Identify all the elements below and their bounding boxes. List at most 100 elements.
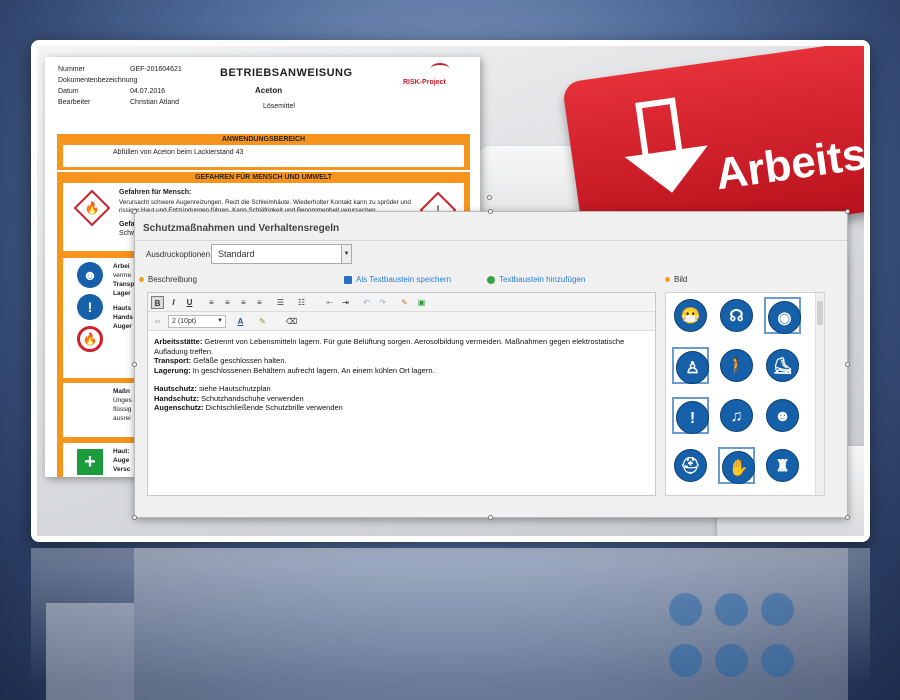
resize-handle[interactable]	[488, 209, 493, 214]
measures-text: Arbei verme Transp Lager Hauts Hands Aug…	[113, 262, 134, 331]
pictogram-gallery[interactable]: 😷 ☊ ◉ ♙ 🚶 ⛸! ♫ ☻ ⛑ ✋ ♜	[665, 292, 825, 496]
resize-handle[interactable]	[132, 362, 137, 367]
align-left-button[interactable]: ≡	[205, 296, 218, 309]
company-logo: RISK-Project	[403, 79, 446, 86]
dialog-title: Schutzmaßnahmen und Verhaltensregeln	[143, 223, 340, 234]
emergency-line: ausrei	[113, 415, 131, 422]
add-icon	[487, 275, 495, 284]
resize-handle[interactable]	[845, 515, 850, 520]
insert-image-button[interactable]: ▣	[415, 296, 428, 309]
pictogram-option[interactable]: ☻	[764, 397, 801, 434]
reflection-pictogram	[715, 644, 748, 677]
emergency-text: Maßn Unges flüssig ausrei	[113, 387, 132, 423]
description-label-text: Beschreibung	[148, 275, 197, 284]
reflection-pictogram	[761, 593, 794, 626]
coverall-icon: ♜	[766, 449, 799, 482]
align-right-button[interactable]: ≡	[237, 296, 250, 309]
hazard-title: Gefahren für Mensch:	[119, 189, 192, 196]
reflection-dialog	[134, 548, 848, 700]
scrollbar[interactable]	[815, 293, 824, 495]
section-heading: ANWENDUNGSBEREICH	[221, 136, 306, 143]
underline-button[interactable]: U	[183, 296, 196, 309]
section-heading: GEFAHREN FÜR MENSCH UND UMWELT	[195, 174, 332, 181]
scrollbar-thumb[interactable]	[817, 301, 823, 325]
editor-content[interactable]: Arbeitsstätte: Getrennt von Lebensmittel…	[154, 337, 649, 413]
pictogram-option[interactable]: 😷	[672, 297, 709, 334]
clear-format-button[interactable]: ⌫	[285, 315, 298, 328]
reflection-pictogram	[715, 593, 748, 626]
pictogram-option[interactable]: 🚶	[718, 347, 755, 384]
print-options-label: Ausdruckoptionen	[146, 250, 211, 259]
add-snippet-link[interactable]: Textbaustein hinzufügen	[487, 275, 585, 284]
key-label: Arbeitsschu	[712, 115, 864, 200]
font-size-select[interactable]: 2 (10pt) ▼	[168, 315, 226, 328]
content-paragraph: Handschutz: Schutzhandschuhe verwenden	[154, 394, 649, 404]
bold-button[interactable]: B	[151, 296, 164, 309]
protection-measures-dialog: Schutzmaßnahmen und Verhaltensregeln Aus…	[132, 209, 850, 520]
first-aid-line: Haut:	[113, 448, 130, 455]
justify-button[interactable]: ≡	[253, 296, 266, 309]
save-icon	[344, 275, 352, 284]
document-title: BETRIEBSANWEISUNG	[220, 67, 353, 79]
eye-protection-icon: ☻	[77, 262, 103, 288]
pictogram-option[interactable]: ⛸	[764, 347, 801, 384]
pictogram-option[interactable]: ♙	[672, 347, 709, 384]
undo-button[interactable]: ↶	[360, 296, 373, 309]
content-text: In geschlossenen Behältern aufrecht lage…	[190, 365, 435, 375]
font-color-button[interactable]: A	[234, 315, 247, 328]
resize-handle[interactable]	[845, 209, 850, 214]
align-center-button[interactable]: ≡	[221, 296, 234, 309]
resize-handle[interactable]	[132, 515, 137, 520]
outdent-button[interactable]: ⇤	[323, 296, 336, 309]
content-bold: Handschutz:	[154, 393, 199, 403]
rotate-handle[interactable]	[487, 195, 492, 200]
first-aid-text: Haut: Auge Versc	[113, 447, 130, 474]
editor-toolbar-2: ∞ 2 (10pt) ▼ A ✎ ⌫	[148, 312, 655, 331]
respirator-icon: ☊	[720, 299, 753, 332]
content-paragraph: Transport: Gefäße geschlossen halten.	[154, 356, 649, 366]
highlight-button[interactable]: ✎	[256, 315, 269, 328]
content-paragraph: Hautschutz: siehe Hautschutzplan	[154, 384, 649, 394]
pictogram-option[interactable]: ✋	[718, 447, 755, 484]
save-snippet-link[interactable]: Als Textbaustein speichern	[344, 275, 451, 284]
substance-category: Lösemittel	[263, 103, 295, 110]
pictogram-option[interactable]: ⛑	[672, 447, 709, 484]
pictogram-option[interactable]: !	[672, 397, 709, 434]
first-aid-line: Versc	[113, 466, 131, 473]
face-protection-icon: ☻	[766, 399, 799, 432]
measures-line: Transp	[113, 281, 135, 288]
emergency-line: Maßn	[113, 388, 130, 395]
font-size-value: 2 (10pt)	[172, 318, 197, 325]
pictogram-option[interactable]: ☊	[718, 297, 755, 334]
resize-handle[interactable]	[132, 209, 137, 214]
italic-button[interactable]: I	[167, 296, 180, 309]
image-label: Bild	[665, 275, 687, 284]
rich-text-editor[interactable]: B I U ≡ ≡ ≡ ≡ ☰ ☷ ⇤ ⇥ ↶ ↷ ✎ ▣ ∞ 2 (10pt)…	[147, 292, 656, 496]
content-bold: Lagerung:	[154, 365, 191, 375]
meta-label: Bearbeiter	[58, 99, 91, 106]
content-text: siehe Hautschutzplan	[196, 384, 271, 393]
bullet-list-button[interactable]: ☰	[274, 296, 287, 309]
resize-handle[interactable]	[488, 515, 493, 520]
meta-label: Nummer	[58, 66, 85, 73]
pictogram-option[interactable]: ◉	[764, 297, 801, 334]
link-icon[interactable]: ∞	[151, 315, 164, 328]
section-text: Abfüllen von Aceton beim Lackierstand 43	[63, 145, 464, 167]
content-paragraph: Lagerung: In geschlossenen Behältern auf…	[154, 366, 649, 376]
meta-label: Dokumentenbezeichnung	[58, 77, 138, 84]
numbered-list-button[interactable]: ☷	[295, 296, 308, 309]
document-meta: Nummer GEF-201604621 Dokumentenbezeichnun…	[58, 64, 182, 108]
content-bold: Hautschutz:	[154, 384, 197, 393]
gloves-icon: ✋	[722, 451, 755, 484]
pictogram-option[interactable]: ♜	[764, 447, 801, 484]
edit-source-button[interactable]: ✎	[398, 296, 411, 309]
bullet-icon	[139, 277, 144, 283]
resize-handle[interactable]	[845, 362, 850, 367]
indent-button[interactable]: ⇥	[339, 296, 352, 309]
emergency-line: flüssig	[113, 406, 132, 413]
print-options-select[interactable]: Standard ▼	[211, 244, 352, 264]
chevron-down-icon[interactable]: ▼	[341, 245, 351, 263]
redo-button[interactable]: ↷	[376, 296, 389, 309]
pictogram-option[interactable]: ♫	[718, 397, 755, 434]
add-snippet-text: Textbaustein hinzufügen	[499, 275, 586, 284]
